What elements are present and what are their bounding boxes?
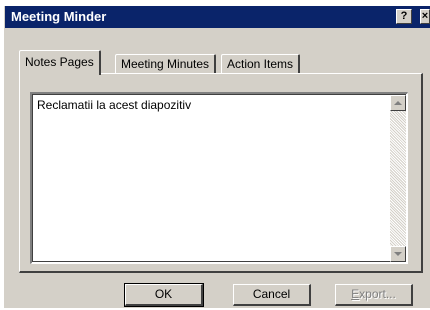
close-button[interactable]: × [420,9,430,24]
scroll-down-button[interactable] [390,246,406,262]
title-bar[interactable]: Meeting Minder ? × [5,6,430,28]
close-icon: × [421,10,429,22]
window-title: Meeting Minder [11,9,107,24]
notes-text: Reclamatii la acest diapozitiv [37,98,192,112]
tab-meeting-minutes[interactable]: Meeting Minutes [115,54,217,73]
meeting-minder-dialog: Meeting Minder ? × Notes Pages Meeting M… [4,6,430,308]
notes-textarea[interactable]: Reclamatii la acest diapozitiv [30,92,408,264]
help-button[interactable]: ? [396,9,412,24]
ok-button[interactable]: OK [124,283,204,307]
export-accelerator: E [351,287,360,301]
scroll-up-button[interactable] [390,95,406,111]
arrow-up-icon [394,101,402,105]
tab-action-items[interactable]: Action Items [221,54,301,73]
export-button[interactable]: Export... [335,284,413,306]
cancel-button[interactable]: Cancel [233,284,311,306]
tab-notes-pages[interactable]: Notes Pages [19,50,101,75]
arrow-down-icon [394,252,402,256]
notes-pages-panel: Reclamatii la acest diapozitiv [19,73,423,273]
help-icon: ? [400,10,408,22]
vertical-scrollbar[interactable] [390,95,406,262]
export-label: xport... [359,287,396,301]
